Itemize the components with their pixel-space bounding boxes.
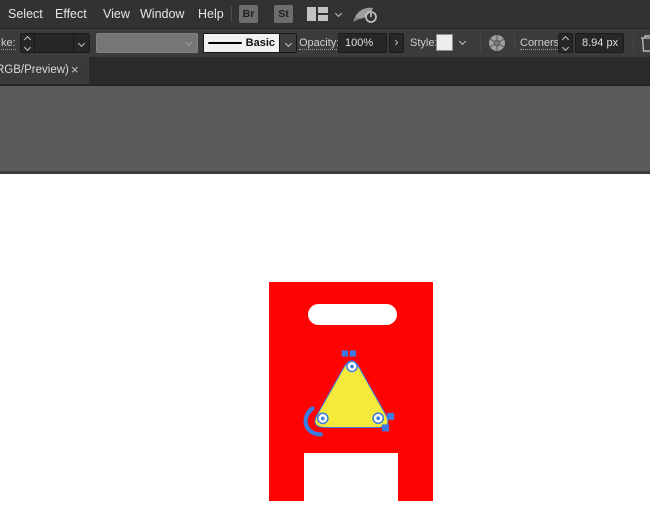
brush-stroke-preview: Basic [204, 34, 279, 52]
stock-button[interactable]: St [274, 5, 293, 23]
menu-select[interactable]: Select [8, 7, 43, 21]
live-corner-widget[interactable] [347, 361, 357, 371]
corners-label[interactable]: Corners: [520, 37, 562, 50]
gpu-performance-icon[interactable] [352, 5, 378, 29]
separator [514, 34, 515, 52]
brush-definition-dropdown[interactable]: Basic [203, 33, 297, 53]
sign-handle-hole [308, 304, 397, 325]
document-tab-title: RGB/Preview) [0, 64, 69, 76]
brush-line-sample [208, 42, 242, 45]
live-corner-widget[interactable] [318, 413, 328, 423]
menu-bar: Select Effect View Window Help Br St [0, 0, 650, 28]
opacity-input[interactable]: 100% [338, 33, 387, 53]
anchor-point[interactable] [387, 413, 394, 420]
stroke-panel-label[interactable]: ke: [1, 37, 16, 50]
menu-help[interactable]: Help [198, 7, 224, 21]
pasteboard[interactable] [0, 86, 650, 174]
stroke-weight-stepper[interactable] [21, 34, 35, 52]
chevron-down-icon[interactable] [459, 38, 466, 45]
stepper-down-icon[interactable] [562, 43, 569, 50]
stroke-weight-dropdown[interactable] [73, 34, 89, 52]
stroke-weight-value[interactable] [35, 34, 73, 52]
brush-name: Basic [246, 37, 275, 49]
separator [480, 34, 481, 52]
style-label: Style: [410, 37, 438, 49]
close-icon[interactable]: × [71, 62, 79, 77]
warning-triangle-shape[interactable] [296, 342, 406, 442]
graphic-style-swatch[interactable] [436, 34, 453, 51]
chevron-down-icon [284, 39, 291, 46]
separator [633, 34, 634, 52]
menu-separator [231, 6, 232, 22]
bridge-button[interactable]: Br [239, 5, 258, 23]
stepper-down-icon[interactable] [24, 43, 31, 50]
anchor-point[interactable] [382, 424, 389, 431]
stepper-up-icon[interactable] [24, 35, 31, 42]
chevron-down-icon [78, 39, 85, 46]
menu-effect[interactable]: Effect [55, 7, 87, 21]
control-bar: ke: Basic Opacity: 100% › Style: [0, 28, 650, 57]
document-tab[interactable]: RGB/Preview) × [0, 57, 89, 84]
live-corner-widget[interactable] [373, 413, 383, 423]
workspace-switcher-icon[interactable] [307, 7, 328, 26]
stepper-up-icon[interactable] [562, 35, 569, 42]
corners-input[interactable]: 8.94 px [575, 33, 624, 53]
anchor-point[interactable] [350, 350, 356, 356]
opacity-panel-label[interactable]: Opacity: [299, 37, 339, 50]
brush-dropdown-button[interactable] [279, 34, 296, 52]
trash-icon[interactable] [640, 34, 650, 57]
opacity-submenu-button[interactable]: › [389, 33, 404, 53]
corners-stepper[interactable] [558, 33, 573, 53]
chevron-down-icon[interactable] [335, 10, 342, 17]
recolor-artwork-icon[interactable] [488, 34, 506, 57]
anchor-point[interactable] [342, 350, 348, 356]
sign-leg-notch [304, 453, 398, 501]
chevron-down-icon [185, 39, 192, 46]
stroke-weight-combo[interactable] [20, 33, 90, 53]
menu-view[interactable]: View [103, 7, 130, 21]
variable-width-profile-dropdown[interactable] [96, 33, 198, 53]
menu-window[interactable]: Window [140, 7, 184, 21]
document-tab-bar: RGB/Preview) × [0, 57, 650, 86]
